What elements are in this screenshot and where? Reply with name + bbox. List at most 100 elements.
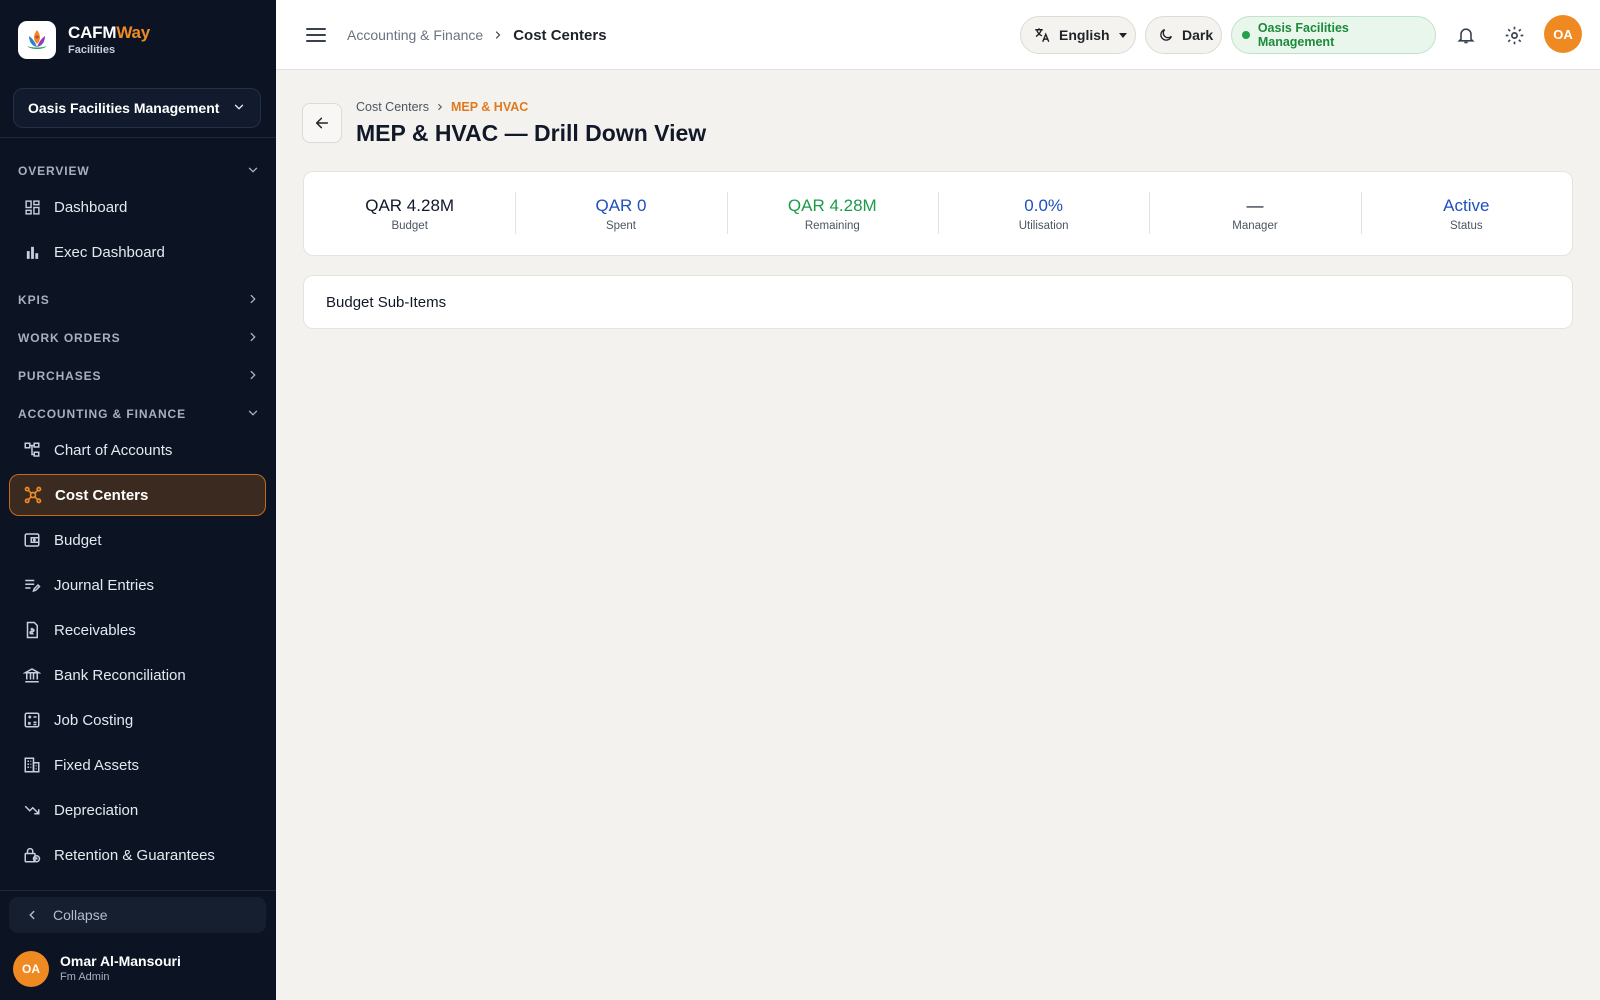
chevron-right-icon xyxy=(246,368,260,385)
trending-down-icon xyxy=(22,800,42,820)
sidebar-item-bank-reconciliation[interactable]: Bank Reconciliation xyxy=(9,654,266,696)
sidebar-item-budget[interactable]: Budget xyxy=(9,519,266,561)
stat-label: Manager xyxy=(1232,220,1278,232)
chevron-right-icon xyxy=(492,29,504,41)
summary-stats-card: QAR 4.28M Budget QAR 0 Spent QAR 4.28M R… xyxy=(303,171,1573,256)
gear-icon[interactable] xyxy=(1501,22,1527,48)
sidebar-item-receivables[interactable]: Receivables xyxy=(9,609,266,651)
menu-icon[interactable] xyxy=(304,23,328,47)
sidebar-item-label: Journal Entries xyxy=(54,576,155,594)
back-button[interactable] xyxy=(302,103,342,143)
avatar[interactable]: OA xyxy=(1544,15,1582,53)
sidebar-item-label: Cost Centers xyxy=(55,486,149,504)
language-selector[interactable]: English xyxy=(1020,16,1136,54)
brand[interactable]: CAFMWay Facilities xyxy=(18,20,150,60)
bar-chart-icon xyxy=(22,242,42,262)
org-badge-label: Oasis Facilities Management xyxy=(1257,21,1349,49)
sidebar-item-dashboard[interactable]: Dashboard xyxy=(9,186,266,228)
sidebar-item-label: Dashboard xyxy=(54,198,128,216)
sidebar-item-label: Exec Dashboard xyxy=(54,243,165,261)
stat-utilisation: 0.0% Utilisation xyxy=(937,191,1149,236)
chevron-right-icon xyxy=(246,330,260,347)
moon-icon xyxy=(1158,27,1174,43)
stat-value: Active xyxy=(1443,196,1490,215)
chevron-down-icon xyxy=(246,406,260,423)
sidebar-item-fixed-assets[interactable]: Fixed Assets xyxy=(9,744,266,786)
chevron-down-icon xyxy=(232,100,246,117)
caret-down-icon xyxy=(1118,30,1128,40)
chevron-left-icon xyxy=(25,908,39,922)
section-purchases[interactable]: PURCHASES xyxy=(18,365,260,387)
stat-budget: QAR 4.28M Budget xyxy=(304,192,515,236)
page-breadcrumb-parent[interactable]: Cost Centers xyxy=(356,100,429,114)
stat-value: QAR 4.28M xyxy=(787,196,877,215)
section-work-orders[interactable]: WORK ORDERS xyxy=(18,327,260,349)
sidebar-item-label: Job Costing xyxy=(54,711,134,729)
page-breadcrumb-current: MEP & HVAC xyxy=(450,100,529,114)
user-profile[interactable]: OA Omar Al-Mansouri Fm Admin xyxy=(13,951,181,987)
translate-icon xyxy=(1033,26,1051,44)
sidebar-item-retention-guarantees[interactable]: Retention & Guarantees xyxy=(9,834,266,876)
language-label: English xyxy=(1059,27,1110,43)
stat-value: 0.0% xyxy=(1024,196,1064,215)
sidebar-item-label: Budget xyxy=(54,531,102,549)
sidebar-item-depreciation[interactable]: Depreciation xyxy=(9,789,266,831)
sidebar: CAFMWay Facilities Oasis Facilities Mana… xyxy=(0,0,276,1000)
sidebar-bottom-divider xyxy=(0,890,276,891)
brand-name: CAFMWay xyxy=(68,23,151,42)
section-accounting-finance[interactable]: ACCOUNTING & FINANCE xyxy=(18,403,260,425)
stat-label: Utilisation xyxy=(1018,220,1069,232)
stat-status: Active Status xyxy=(1360,191,1572,236)
section-overview[interactable]: OVERVIEW xyxy=(18,160,260,182)
avatar: OA xyxy=(13,951,49,987)
breadcrumb: Accounting & Finance Cost Centers xyxy=(347,24,607,46)
org-status-badge[interactable]: Oasis Facilities Management xyxy=(1231,16,1436,54)
stat-label: Spent xyxy=(605,220,637,232)
edit-note-icon xyxy=(22,575,42,595)
section-overview-label: OVERVIEW xyxy=(18,164,90,178)
sidebar-item-exec-dashboard[interactable]: Exec Dashboard xyxy=(9,231,266,273)
brand-subtitle: Facilities xyxy=(68,44,116,56)
stat-remaining: QAR 4.28M Remaining xyxy=(726,191,938,236)
sidebar-item-journal-entries[interactable]: Journal Entries xyxy=(9,564,266,606)
breadcrumb-current: Cost Centers xyxy=(513,26,607,44)
bank-icon xyxy=(22,665,42,685)
stat-manager: — Manager xyxy=(1149,191,1360,236)
breadcrumb-parent[interactable]: Accounting & Finance xyxy=(347,27,483,43)
stat-value: — xyxy=(1246,196,1264,215)
sidebar-item-cost-centers[interactable]: Cost Centers xyxy=(9,474,266,516)
section-kpis[interactable]: KPIS xyxy=(18,289,260,311)
sidebar-item-chart-of-accounts[interactable]: Chart of Accounts xyxy=(9,429,266,471)
sidebar-item-label: Receivables xyxy=(54,621,136,639)
section-purchases-label: PURCHASES xyxy=(18,369,102,383)
collapse-sidebar-button[interactable]: Collapse xyxy=(9,897,266,933)
sidebar-divider xyxy=(0,137,276,138)
chevron-down-icon xyxy=(246,163,260,180)
sidebar-item-label: Chart of Accounts xyxy=(54,441,173,459)
sidebar-item-label: Fixed Assets xyxy=(54,756,140,774)
theme-toggle[interactable]: Dark xyxy=(1145,16,1222,54)
building-icon xyxy=(22,755,42,775)
stat-spent: QAR 0 Spent xyxy=(515,191,726,236)
receipt-icon xyxy=(22,620,42,640)
section-accounting-label: ACCOUNTING & FINANCE xyxy=(18,407,186,421)
budget-subitems-title: Budget Sub-Items xyxy=(326,293,447,311)
chevron-right-icon xyxy=(246,292,260,309)
stat-value: QAR 0 xyxy=(595,196,647,215)
user-name: Omar Al-Mansouri xyxy=(60,953,181,969)
section-kpis-label: KPIS xyxy=(18,293,50,307)
sidebar-item-label: Bank Reconciliation xyxy=(54,666,186,684)
sidebar-item-job-costing[interactable]: Job Costing xyxy=(9,699,266,741)
org-selector[interactable]: Oasis Facilities Management xyxy=(13,88,261,128)
topbar: Accounting & Finance Cost Centers Englis… xyxy=(276,0,1600,70)
section-work-orders-label: WORK ORDERS xyxy=(18,331,121,345)
sidebar-item-label: Depreciation xyxy=(54,801,139,819)
status-dot-icon xyxy=(1242,31,1250,39)
bell-icon[interactable] xyxy=(1453,22,1479,48)
stat-label: Remaining xyxy=(804,220,860,232)
arrow-left-icon xyxy=(315,117,329,129)
stat-value: QAR 4.28M xyxy=(365,196,455,215)
stat-label: Budget xyxy=(391,220,428,232)
sidebar-item-label: Retention & Guarantees xyxy=(54,846,215,864)
hub-icon xyxy=(23,485,43,505)
